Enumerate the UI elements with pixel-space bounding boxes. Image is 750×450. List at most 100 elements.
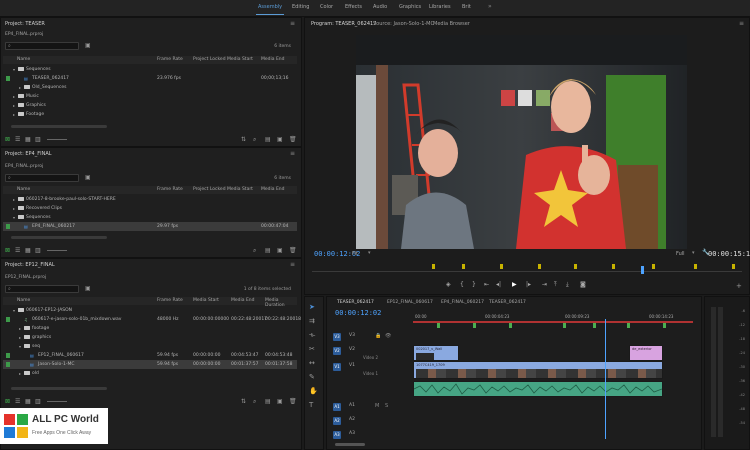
tab-program[interactable]: Program: TEASER_062417: [311, 21, 376, 27]
lock-icon[interactable]: ⊠: [5, 136, 10, 143]
tab-source[interactable]: Source: Jason-Solo-1-MC: [373, 21, 434, 27]
track-a2-target[interactable]: A2: [333, 417, 341, 425]
workspace-tab-brit[interactable]: Brit: [462, 4, 471, 10]
program-video-frame[interactable]: [356, 35, 687, 249]
audio-clip-a1[interactable]: [413, 381, 663, 397]
panel-menu-icon[interactable]: ≡: [739, 20, 744, 27]
extract-icon[interactable]: ⤓: [566, 281, 569, 289]
go-to-in-icon[interactable]: ⇤: [484, 281, 489, 288]
freeform-view-icon[interactable]: ▥: [35, 136, 41, 143]
tab-media-browser[interactable]: Media Browser: [433, 21, 470, 27]
list-item[interactable]: ▸ graphics: [3, 333, 297, 342]
col-project-locked[interactable]: Project Locked: [193, 57, 226, 62]
timeline-tab-teaser-2[interactable]: TEASER_062417: [489, 300, 526, 305]
lift-icon[interactable]: ⤒: [554, 281, 557, 289]
label-color-chip[interactable]: [6, 197, 10, 202]
program-time-ruler[interactable]: [312, 271, 742, 272]
delete-icon[interactable]: 🗑: [289, 398, 297, 405]
mark-in-icon[interactable]: {: [460, 281, 464, 288]
track-a1-target[interactable]: A1: [333, 403, 341, 411]
label-color-chip[interactable]: [6, 335, 10, 340]
track-v1-target[interactable]: V1: [333, 363, 341, 371]
label-color-chip[interactable]: [6, 317, 10, 322]
label-color-chip[interactable]: [6, 362, 10, 367]
delete-icon[interactable]: 🗑: [289, 247, 297, 254]
slip-tool-icon[interactable]: ↔: [309, 359, 315, 367]
col-media-end[interactable]: Media End: [261, 187, 285, 192]
delete-icon[interactable]: 🗑: [289, 136, 297, 143]
list-view-icon[interactable]: ☰: [15, 398, 20, 405]
workspace-tab-effects[interactable]: Effects: [345, 4, 362, 10]
track-select-tool-icon[interactable]: ⇉: [309, 317, 315, 325]
col-media-end[interactable]: Media End: [261, 57, 285, 62]
clip-v2-1[interactable]: 002017_v_Wall: [413, 345, 459, 361]
disclosure-closed-icon[interactable]: ▸: [13, 112, 15, 117]
panel-menu-icon[interactable]: ≡: [290, 150, 295, 157]
label-color-chip[interactable]: [6, 94, 10, 99]
play-icon[interactable]: ▶: [512, 281, 517, 288]
lock-icon[interactable]: ⊠: [5, 247, 10, 254]
disclosure-closed-icon[interactable]: ▸: [13, 94, 15, 99]
zoom-slider[interactable]: [47, 250, 67, 251]
list-item[interactable]: ▾ 060617-EP12-JASON: [3, 306, 297, 315]
workspace-tab-assembly[interactable]: Assembly: [255, 4, 285, 15]
icon-view-icon[interactable]: ▦: [25, 247, 31, 254]
clip-v1-track[interactable]: 1077C419_1709: [413, 361, 663, 379]
workspace-tab-color[interactable]: Color: [320, 4, 333, 10]
col-name[interactable]: Name: [17, 57, 30, 62]
track-v2-target[interactable]: V2: [333, 347, 341, 355]
col-media-start[interactable]: Media Start: [227, 57, 253, 62]
find-icon[interactable]: ⌕: [253, 136, 256, 144]
col-name[interactable]: Name: [17, 187, 30, 192]
label-color-chip[interactable]: [6, 206, 10, 211]
workspace-tab-graphics[interactable]: Graphics: [399, 4, 421, 10]
list-item[interactable]: ▤ EP4_FINAL_060217 29.97 fps 00:00:47:04: [3, 222, 297, 231]
pen-tool-icon[interactable]: ✎: [309, 373, 315, 381]
sort-icon[interactable]: ⇅: [241, 136, 246, 143]
find-icon[interactable]: ⌕: [253, 398, 256, 406]
disclosure-closed-icon[interactable]: ▸: [19, 85, 21, 90]
timeline-timecode[interactable]: 00:00:12:02: [335, 309, 381, 317]
new-bin-icon[interactable]: ▤: [265, 247, 271, 254]
workspace-tab-audio[interactable]: Audio: [373, 4, 387, 10]
new-item-icon[interactable]: ▣: [277, 247, 283, 254]
col-name[interactable]: Name: [17, 298, 30, 303]
program-scrubber[interactable]: [312, 264, 742, 269]
list-item[interactable]: ▤ Jason-Solo-1-MC 59.94 fps 00:00:00:00 00:0…: [3, 360, 297, 369]
disclosure-closed-icon[interactable]: ▸: [13, 197, 15, 202]
mark-out-icon[interactable]: }: [472, 281, 476, 288]
selection-tool-icon[interactable]: ➤: [309, 303, 315, 311]
new-bin-icon[interactable]: ▣: [85, 42, 91, 49]
freeform-view-icon[interactable]: ▥: [35, 398, 41, 405]
timeline-tab-ep12[interactable]: EP12_FINAL_060617: [387, 300, 433, 305]
new-item-icon[interactable]: ▣: [277, 136, 283, 143]
clip-v2-2[interactable]: de_exterior: [629, 345, 663, 361]
chevron-down-icon[interactable]: ▾: [692, 250, 695, 256]
step-back-icon[interactable]: ◂|: [496, 281, 501, 288]
new-bin-icon[interactable]: ▣: [85, 285, 91, 292]
label-color-chip[interactable]: [6, 67, 10, 72]
list-item[interactable]: ▸ Old_Sequences: [3, 83, 297, 92]
horizontal-scrollbar[interactable]: [11, 236, 107, 239]
disclosure-open-icon[interactable]: ▾: [13, 308, 15, 313]
add-button-icon[interactable]: +: [736, 282, 742, 290]
label-color-chip[interactable]: [6, 103, 10, 108]
freeform-view-icon[interactable]: ▥: [35, 247, 41, 254]
list-item[interactable]: ▾ seq: [3, 342, 297, 351]
list-item[interactable]: ▸ Recovered Clips: [3, 204, 297, 213]
go-to-out-icon[interactable]: ⇥: [542, 281, 547, 288]
lock-icon[interactable]: ⊠: [5, 398, 10, 405]
type-tool-icon[interactable]: T: [309, 401, 313, 409]
timeline-tab-ep4[interactable]: EP4_FINAL_060217: [441, 300, 484, 305]
horizontal-scrollbar[interactable]: [11, 125, 107, 128]
search-input[interactable]: ⌕: [5, 42, 79, 50]
sort-icon[interactable]: ⇅: [241, 398, 246, 405]
search-input[interactable]: ⌕: [5, 285, 79, 293]
disclosure-closed-icon[interactable]: ▸: [19, 335, 21, 340]
col-project-locked[interactable]: Project Locked: [193, 187, 226, 192]
new-bin-icon[interactable]: ▤: [265, 136, 271, 143]
list-view-icon[interactable]: ☰: [15, 247, 20, 254]
list-item[interactable]: ▸ Footage: [3, 110, 297, 119]
label-color-chip[interactable]: [6, 85, 10, 90]
new-item-icon[interactable]: ▣: [277, 398, 283, 405]
